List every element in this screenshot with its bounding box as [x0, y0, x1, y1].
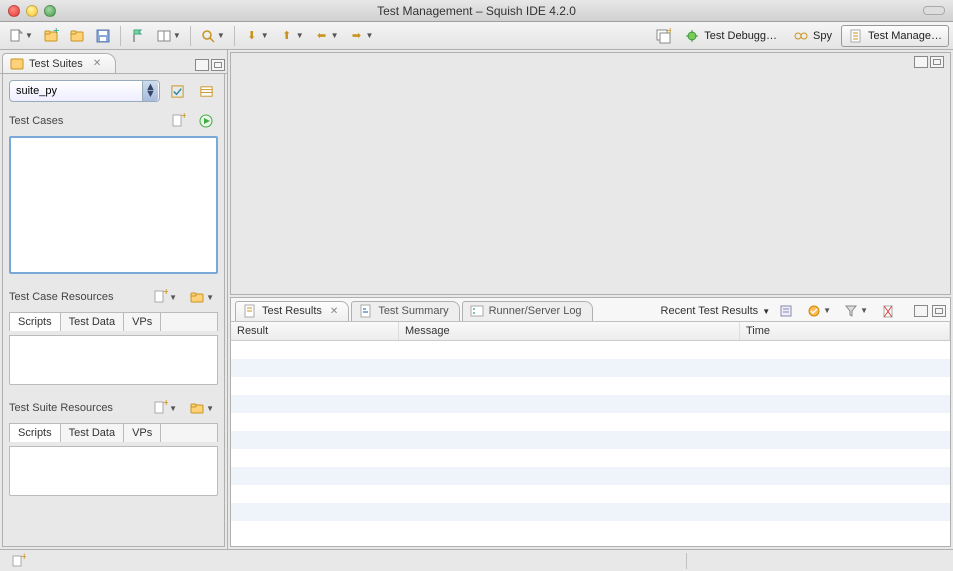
results-icon: [242, 303, 258, 319]
tab-test-suites[interactable]: Test Suites ✕: [2, 53, 116, 73]
perspective-test-debug[interactable]: Test Debugg…: [677, 25, 784, 47]
label: Test Debugg…: [704, 30, 777, 42]
bottom-tabbar: Test Results ✕ Test Summary Runner/Serve…: [231, 298, 950, 322]
titlebar-pill: [923, 6, 945, 15]
test-suites-tabbar: Test Suites ✕: [0, 50, 227, 74]
tab-vps-tc[interactable]: VPs: [124, 313, 161, 331]
tab-scripts-ts[interactable]: Scripts: [10, 424, 61, 442]
run-tests-icon[interactable]: [194, 110, 218, 132]
search-button[interactable]: ▼: [196, 25, 229, 47]
close-window-button[interactable]: [8, 5, 20, 17]
perspective-spy[interactable]: Spy: [786, 25, 839, 47]
log-icon: [469, 303, 485, 319]
layout-button[interactable]: ▼: [152, 25, 185, 47]
col-result[interactable]: Result: [231, 322, 399, 340]
col-time[interactable]: Time: [740, 322, 950, 340]
main-area: Test Suites ✕ ▲▼ Test Cases: [0, 50, 953, 549]
svg-text:+: +: [21, 553, 26, 563]
svg-text:+: +: [181, 113, 186, 122]
save-button[interactable]: [91, 25, 115, 47]
label: Test Manage…: [868, 30, 942, 42]
open-perspective-button[interactable]: +: [651, 25, 675, 47]
tab-label: Test Suites: [29, 58, 83, 70]
new-ts-resource-icon[interactable]: +▼: [148, 397, 181, 419]
new-tc-resource-icon[interactable]: +▼: [148, 286, 181, 308]
ts-resources-label: Test Suite Resources: [9, 402, 113, 414]
open-ts-folder-icon[interactable]: ▼: [185, 397, 218, 419]
ts-resource-tabs: Scripts Test Data VPs: [9, 423, 218, 442]
open-tc-folder-icon[interactable]: ▼: [185, 286, 218, 308]
col-message[interactable]: Message: [399, 322, 740, 340]
new-button[interactable]: ▼: [4, 25, 37, 47]
traffic-lights: [8, 5, 56, 17]
tab-vps-ts[interactable]: VPs: [124, 424, 161, 442]
main-toolbar: ▼ + ▼ ▼ ⬇▼ ⬆▼ ⬅▼ ➡▼ + Test Debugg… Spy T…: [0, 22, 953, 50]
minimize-window-button[interactable]: [26, 5, 38, 17]
summary-icon: [358, 303, 374, 319]
editor-minimize-button[interactable]: [914, 56, 928, 68]
recent-results-dropdown[interactable]: Recent Test Results ▼: [661, 305, 771, 317]
zoom-window-button[interactable]: [44, 5, 56, 17]
tc-resource-tabs: Scripts Test Data VPs: [9, 312, 218, 331]
delete-result-icon[interactable]: [876, 300, 900, 322]
nav-down-button[interactable]: ⬇▼: [240, 25, 273, 47]
test-cases-label: Test Cases: [9, 115, 63, 127]
suite-select[interactable]: [9, 80, 160, 102]
svg-text:+: +: [53, 28, 59, 37]
close-icon[interactable]: ✕: [93, 58, 101, 69]
editor-maximize-button[interactable]: [930, 56, 944, 68]
close-icon[interactable]: ✕: [330, 306, 338, 317]
minimize-view-button[interactable]: [195, 59, 209, 71]
ts-resources-list[interactable]: [9, 446, 218, 496]
status-launcher-icon[interactable]: +: [6, 552, 30, 570]
nav-forward-button[interactable]: ➡▼: [345, 25, 378, 47]
test-cases-list[interactable]: [9, 136, 218, 274]
left-sidebar: Test Suites ✕ ▲▼ Test Cases: [0, 50, 228, 549]
maximize-view-button[interactable]: [211, 59, 225, 71]
tab-test-results[interactable]: Test Results ✕: [235, 301, 349, 321]
editor-area: [230, 52, 951, 295]
results-table: Result Message Time: [231, 322, 950, 546]
tc-resources-list[interactable]: [9, 335, 218, 385]
suite-icon: [9, 56, 25, 72]
nav-up-button[interactable]: ⬆▼: [275, 25, 308, 47]
new-suite-button[interactable]: +: [39, 25, 63, 47]
results-rows: [231, 341, 950, 539]
new-test-case-icon[interactable]: +: [166, 110, 190, 132]
tab-scripts-tc[interactable]: Scripts: [10, 313, 61, 331]
open-suite-button[interactable]: [65, 25, 89, 47]
label: Test Results: [262, 305, 322, 317]
svg-text:+: +: [163, 400, 168, 409]
svg-text:+: +: [163, 289, 168, 298]
tab-testdata-ts[interactable]: Test Data: [61, 424, 124, 442]
filter-button[interactable]: ▼: [839, 300, 872, 322]
titlebar: Test Management – Squish IDE 4.2.0: [0, 0, 953, 22]
suite-select-wrap: ▲▼: [9, 80, 160, 102]
statusbar: +: [0, 549, 953, 571]
perspective-test-manage[interactable]: Test Manage…: [841, 25, 949, 47]
window-title: Test Management – Squish IDE 4.2.0: [0, 4, 953, 18]
tab-runner-log[interactable]: Runner/Server Log: [462, 301, 593, 321]
label: Test Summary: [378, 305, 448, 317]
label: Spy: [813, 30, 832, 42]
grid-suite-icon[interactable]: [195, 80, 218, 102]
tab-testdata-tc[interactable]: Test Data: [61, 313, 124, 331]
flag-button[interactable]: [126, 25, 150, 47]
nav-back-button[interactable]: ⬅▼: [310, 25, 343, 47]
tc-resources-label: Test Case Resources: [9, 291, 114, 303]
clear-button[interactable]: ▼: [802, 300, 835, 322]
label: Runner/Server Log: [489, 305, 582, 317]
tab-test-summary[interactable]: Test Summary: [351, 301, 459, 321]
report-button[interactable]: [774, 300, 798, 322]
results-minimize-button[interactable]: [914, 305, 928, 317]
results-maximize-button[interactable]: [932, 305, 946, 317]
svg-text:+: +: [667, 28, 671, 37]
configure-suite-icon[interactable]: [166, 80, 189, 102]
